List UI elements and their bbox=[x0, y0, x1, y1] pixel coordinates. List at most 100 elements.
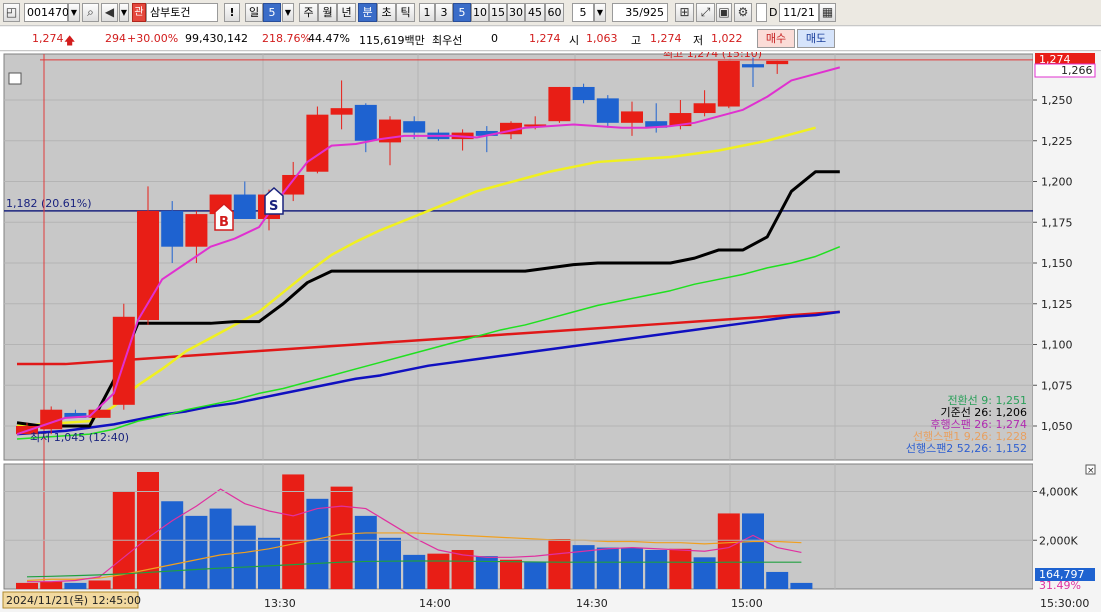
year-button[interactable]: 년 bbox=[337, 3, 356, 22]
period-day-button[interactable]: 일 bbox=[245, 3, 263, 22]
week-button[interactable]: 주 bbox=[299, 3, 318, 22]
volume-bar bbox=[185, 515, 208, 589]
volume-bar bbox=[790, 582, 813, 589]
interval-1-button[interactable]: 1 bbox=[419, 3, 435, 22]
y-tick-label: 1,200 bbox=[1041, 176, 1073, 189]
buy-button[interactable]: 매수 bbox=[757, 29, 795, 48]
candle-body bbox=[766, 60, 789, 65]
interval-15-button[interactable]: 15 bbox=[489, 3, 507, 22]
stock-name-field[interactable]: 삼부토건 bbox=[146, 3, 218, 22]
interval-10-button[interactable]: 10 bbox=[471, 3, 489, 22]
sell-button[interactable]: 매도 bbox=[797, 29, 835, 48]
high-value: 1,274 bbox=[650, 32, 682, 45]
change-percent: +30.00% bbox=[127, 32, 179, 45]
low-annotation: 최저 1,045 (12:40) bbox=[30, 431, 129, 444]
speaker-icon[interactable]: ◀ bbox=[101, 3, 118, 22]
volume-bar bbox=[621, 547, 643, 589]
interval-30-button[interactable]: 30 bbox=[507, 3, 525, 22]
panel-menu-icon bbox=[8, 72, 22, 85]
tick-button[interactable]: 틱 bbox=[396, 3, 415, 22]
volume-value: 99,430,142 bbox=[185, 32, 248, 45]
candle-body bbox=[596, 98, 619, 123]
y-tick-label: 1,125 bbox=[1041, 298, 1073, 311]
interval-60-button[interactable]: 60 bbox=[545, 3, 564, 22]
calendar-icon[interactable]: ▦ bbox=[819, 3, 836, 22]
volume-bar bbox=[330, 486, 353, 589]
reference-line-label: 1,182 (20.61%) bbox=[6, 197, 92, 210]
volume-ratio: 218.76% bbox=[262, 32, 311, 45]
window-menu-icon[interactable]: ◰ bbox=[3, 3, 20, 22]
stock-code-input[interactable]: 001470 bbox=[24, 3, 69, 22]
price-chart[interactable]: 1,250 1,225 1,200 1,175 1,150 1,125 1,100 1,075… bbox=[0, 47, 1101, 612]
date-input[interactable]: 11/21 bbox=[779, 3, 819, 22]
save-icon[interactable]: ▣ bbox=[716, 3, 732, 22]
toolbar: ◰ 001470 ▼ ⌕ ◀ ▼ 관 삼부토건 ! 일 5 ▼ 주 월 년 분 … bbox=[0, 0, 1101, 26]
candle-type-icon[interactable]: ⊞ bbox=[675, 3, 694, 22]
y-tick-label: 1,150 bbox=[1041, 257, 1073, 270]
close-volume-panel-glyph: × bbox=[1087, 466, 1095, 476]
volume-bar bbox=[258, 537, 280, 589]
volume-bar bbox=[669, 548, 692, 589]
y-tick-label: 1,250 bbox=[1041, 94, 1073, 107]
settings-gear-icon[interactable]: ⚙ bbox=[734, 3, 752, 22]
volume-bar bbox=[427, 553, 450, 589]
interval-3-button[interactable]: 3 bbox=[435, 3, 453, 22]
high-annotation: 최고 1,274 (15:10) bbox=[663, 52, 762, 60]
candle-body bbox=[693, 103, 716, 114]
candle-body bbox=[185, 214, 208, 247]
volume-bar bbox=[717, 513, 740, 589]
interval-5-button[interactable]: 5 bbox=[453, 3, 471, 22]
y-tick-label: 1,075 bbox=[1041, 379, 1073, 392]
y-tick-label: 1,050 bbox=[1041, 420, 1073, 433]
best-bid-value: 0 bbox=[491, 32, 498, 45]
alert-button[interactable]: ! bbox=[224, 3, 240, 22]
volume-bar bbox=[403, 554, 426, 589]
volume-bar bbox=[596, 547, 619, 589]
speaker-dropdown-icon[interactable]: ▼ bbox=[119, 3, 129, 22]
candle-body bbox=[572, 86, 595, 100]
interval-dropdown-icon[interactable]: ▼ bbox=[594, 3, 606, 22]
volume-bar bbox=[524, 562, 547, 589]
month-button[interactable]: 월 bbox=[318, 3, 337, 22]
best-bid-label: 최우선 bbox=[432, 34, 463, 47]
candle-body bbox=[717, 60, 740, 107]
x-tick-label: 15:30:00 bbox=[1040, 597, 1089, 610]
y-tick-label: 1,225 bbox=[1041, 135, 1073, 148]
minute-button[interactable]: 분 bbox=[358, 3, 377, 22]
volume-bar bbox=[645, 550, 668, 589]
interval-input[interactable]: 5 bbox=[572, 3, 594, 22]
quote-info-bar: 1,274 🡅 294 +30.00% 99,430,142 218.76% 4… bbox=[0, 27, 1101, 51]
volume-bar bbox=[548, 539, 571, 589]
d-checkbox[interactable] bbox=[756, 3, 767, 22]
second-button[interactable]: 초 bbox=[377, 3, 396, 22]
change-amount: 294 bbox=[105, 32, 126, 45]
volume-tick-label: 4,000K bbox=[1039, 486, 1078, 499]
interval-45-button[interactable]: 45 bbox=[525, 3, 545, 22]
volume-bar bbox=[742, 513, 764, 589]
y-tick-label: 1,175 bbox=[1041, 216, 1073, 229]
search-icon[interactable]: ⌕ bbox=[82, 3, 99, 22]
period-value-field[interactable]: 5 bbox=[263, 3, 281, 22]
trade-amount: 115,619백만 bbox=[359, 34, 425, 47]
count-field[interactable]: 35/925 bbox=[612, 3, 668, 22]
open-label: 시 bbox=[569, 34, 580, 47]
volume-bar bbox=[209, 508, 232, 589]
chart-canvas[interactable]: 1,250 1,225 1,200 1,175 1,150 1,125 1,100 1,075… bbox=[0, 47, 1101, 612]
high-label: 고 bbox=[631, 34, 642, 47]
time-axis bbox=[0, 590, 1101, 612]
volume-bar bbox=[233, 525, 256, 589]
drawing-tools-icon[interactable]: ⤢ bbox=[696, 3, 715, 22]
candle-body bbox=[233, 194, 256, 219]
candle-body bbox=[548, 86, 571, 122]
candle-body bbox=[306, 114, 329, 172]
code-dropdown-icon[interactable]: ▼ bbox=[68, 3, 80, 22]
volume-bar bbox=[500, 559, 522, 589]
period-dropdown-icon[interactable]: ▼ bbox=[282, 3, 294, 22]
volume-bar bbox=[88, 580, 111, 589]
candle-body bbox=[282, 174, 305, 195]
info-badge[interactable]: 관 bbox=[132, 3, 146, 22]
volume-bar bbox=[766, 571, 789, 589]
buy-signal-label: B bbox=[219, 215, 229, 230]
volume-bar bbox=[379, 537, 401, 589]
volume-percent-label: 31.49% bbox=[1039, 579, 1081, 592]
